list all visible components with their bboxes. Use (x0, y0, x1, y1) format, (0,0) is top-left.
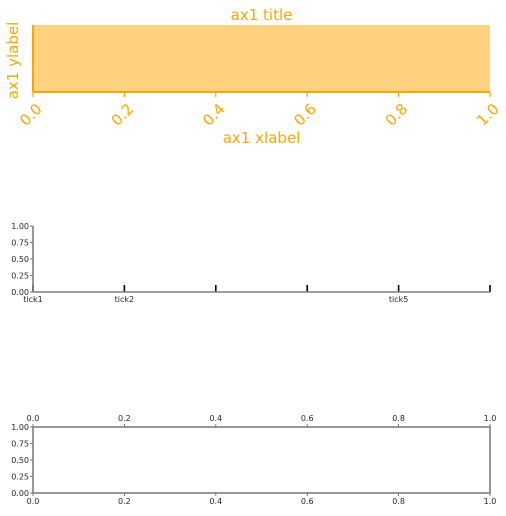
ax2-y-tick-label: 0.50 (11, 255, 29, 264)
ax3-x-tick-label: 0.4 (209, 497, 222, 506)
ax3-y-tick-label: 0.75 (11, 440, 29, 449)
ax3-plot: 0.000.250.500.751.00 0.0 0.2 0.4 0.6 0.8 1.0 … (11, 414, 496, 506)
ax3-x-ticks-top: 0.0 0.2 0.4 0.6 0.8 1.0 (27, 414, 497, 427)
ax3-x-tick-label-top: 0.4 (209, 414, 222, 423)
ax3-x-tick-label: 0.2 (118, 497, 131, 506)
ax3-x-tick-label-top: 0.8 (392, 414, 405, 423)
ax2-x-tick-label: tick5 (389, 295, 408, 304)
ax3-y-tick-label: 1.00 (11, 423, 29, 432)
ax3-x-tick-label: 1.0 (484, 497, 497, 506)
ax2-x-ticks: tick1 tick2 tick5 (23, 285, 491, 304)
ax1-background (33, 25, 490, 92)
ax2-y-ticks: 0.000.250.500.751.00 (11, 222, 33, 297)
ax3-y-tick-label: 0.25 (11, 473, 29, 482)
ax3-x-tick-label-top: 0.6 (301, 414, 314, 423)
ax3-x-tick-label: 0.0 (27, 497, 40, 506)
ax2-x-tick-label: tick2 (115, 295, 134, 304)
ax1-xlabel: ax1 xlabel (223, 129, 301, 147)
ax2-y-tick-label: 0.75 (11, 239, 29, 248)
ax2-x-tick-label: tick1 (23, 295, 42, 304)
ax1-x-tick-label: 0.2 (108, 100, 138, 130)
ax1-x-tick-label: 0.4 (199, 100, 229, 130)
ax2-y-tick-label: 1.00 (11, 222, 29, 231)
ax1-x-tick-label: 0.6 (290, 100, 320, 130)
ax3-x-tick-label: 0.6 (301, 497, 314, 506)
ax3-x-tick-label-top: 0.0 (27, 414, 40, 423)
ax3-x-tick-label-top: 1.0 (484, 414, 497, 423)
ax3-y-tick-label: 0.50 (11, 456, 29, 465)
ax1-title: ax1 title (231, 6, 293, 24)
ax3-x-ticks: 0.0 0.2 0.4 0.6 0.8 1.0 (27, 493, 497, 506)
ax1-x-tick-label: 0.0 (16, 100, 46, 130)
ax1-x-tick-label: 0.8 (382, 100, 412, 130)
ax1-x-ticks: 0.0 0.2 0.4 0.6 0.8 1.0 (16, 92, 503, 130)
ax3-y-ticks: 0.000.250.500.751.00 (11, 423, 33, 498)
ax3-frame (32, 426, 491, 494)
ax3-x-tick-label-top: 0.2 (118, 414, 131, 423)
ax1-x-tick-label: 1.0 (473, 100, 503, 130)
ax2-y-tick-label: 0.25 (11, 272, 29, 281)
ax2-plot: 0.000.250.500.751.00 tick1 tick2 tick5 (11, 222, 491, 304)
ax3-x-tick-label: 0.8 (392, 497, 405, 506)
ax1-plot: 0.0 0.2 0.4 0.6 0.8 1.0 ax1 title ax1 xlabel … (4, 6, 503, 147)
figure: 0.0 0.2 0.4 0.6 0.8 1.0 ax1 title ax1 xlabel … (4, 6, 503, 506)
ax1-ylabel: ax1 ylabel (4, 22, 22, 100)
